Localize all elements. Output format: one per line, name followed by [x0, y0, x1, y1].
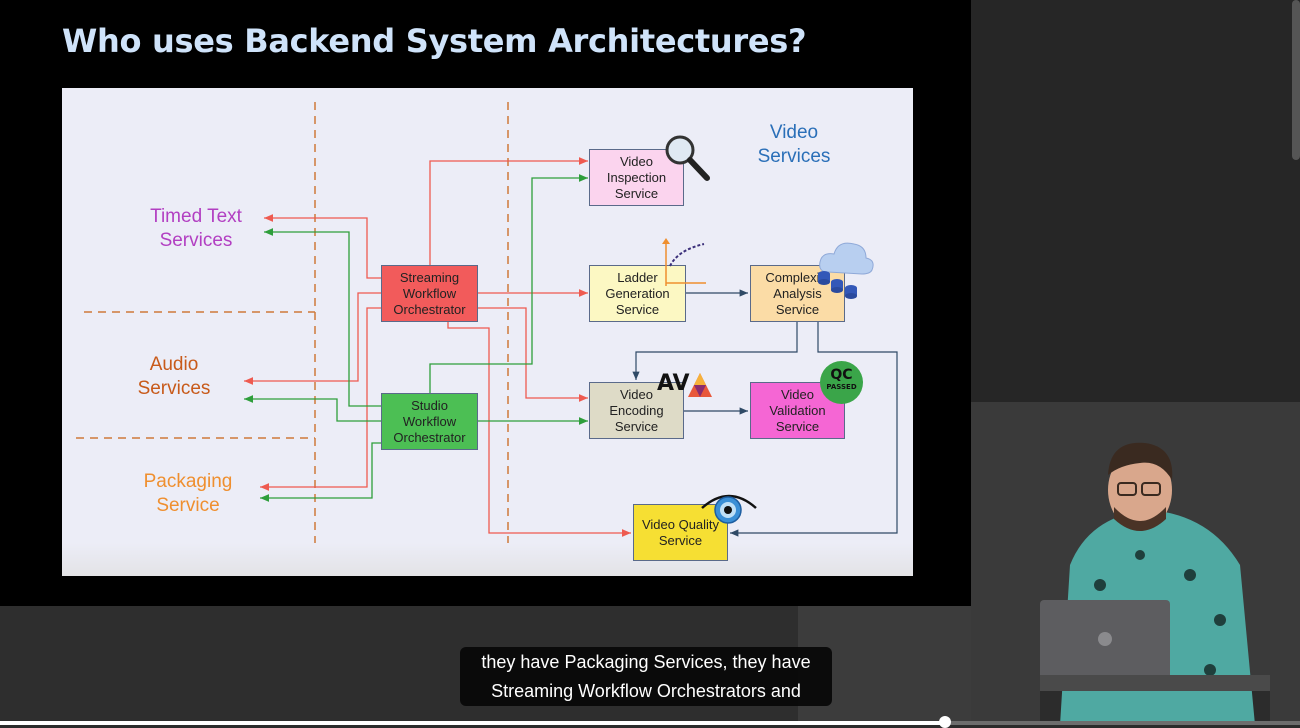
timed-text-services-label: Timed Text Services — [132, 205, 260, 253]
qc-badge-subtitle: PASSED — [826, 383, 857, 391]
streaming-connectors — [244, 157, 631, 537]
packaging-label-line1: Packaging — [143, 471, 233, 492]
audio-label-line1: Audio — [149, 354, 199, 375]
architecture-diagram: Timed Text Services Audio Services Packa… — [62, 88, 913, 576]
page-scrollbar[interactable] — [1292, 0, 1300, 160]
timed-text-label-line1: Timed Text — [150, 206, 242, 227]
video-caption: they have Packaging Services, they have … — [460, 647, 832, 706]
background-panel-top — [971, 0, 1300, 402]
video-services-label: Video Services — [748, 121, 840, 169]
caption-line-1: they have Packaging Services, they have — [481, 652, 811, 672]
studio-workflow-orchestrator-node: Studio Workflow Orchestrator — [381, 393, 478, 450]
studio-connectors — [244, 174, 588, 502]
video-progress-fill — [0, 721, 945, 725]
timed-text-label-line2: Services — [159, 230, 233, 251]
presentation-slide: Who uses Backend System Architectures? T… — [0, 0, 971, 606]
cloud-database-icon — [818, 242, 874, 299]
qc-passed-badge-icon: QC PASSED — [820, 361, 863, 404]
av1-logo-icon: AV — [657, 371, 717, 401]
packaging-service-label: Packaging Service — [130, 470, 246, 518]
graph-icon — [662, 238, 706, 286]
packaging-label-line2: Service — [156, 495, 220, 516]
av1-logo-text: AV — [657, 371, 690, 396]
diagram-footer — [62, 543, 913, 576]
qc-badge-title: QC — [830, 367, 853, 383]
video-label-line2: Services — [757, 146, 831, 167]
audio-services-label: Audio Services — [122, 353, 226, 401]
eye-dial-icon — [701, 494, 757, 524]
audio-label-line2: Services — [137, 378, 211, 399]
slide-title: Who uses Backend System Architectures? — [62, 22, 807, 60]
video-progress-thumb[interactable] — [939, 716, 951, 728]
caption-line-2: Streaming Workflow Orchestrators and — [491, 681, 801, 701]
presenter-video — [1040, 442, 1270, 725]
magnifier-icon — [665, 135, 710, 181]
streaming-workflow-orchestrator-node: Streaming Workflow Orchestrator — [381, 265, 478, 322]
video-label-line1: Video — [769, 122, 819, 143]
